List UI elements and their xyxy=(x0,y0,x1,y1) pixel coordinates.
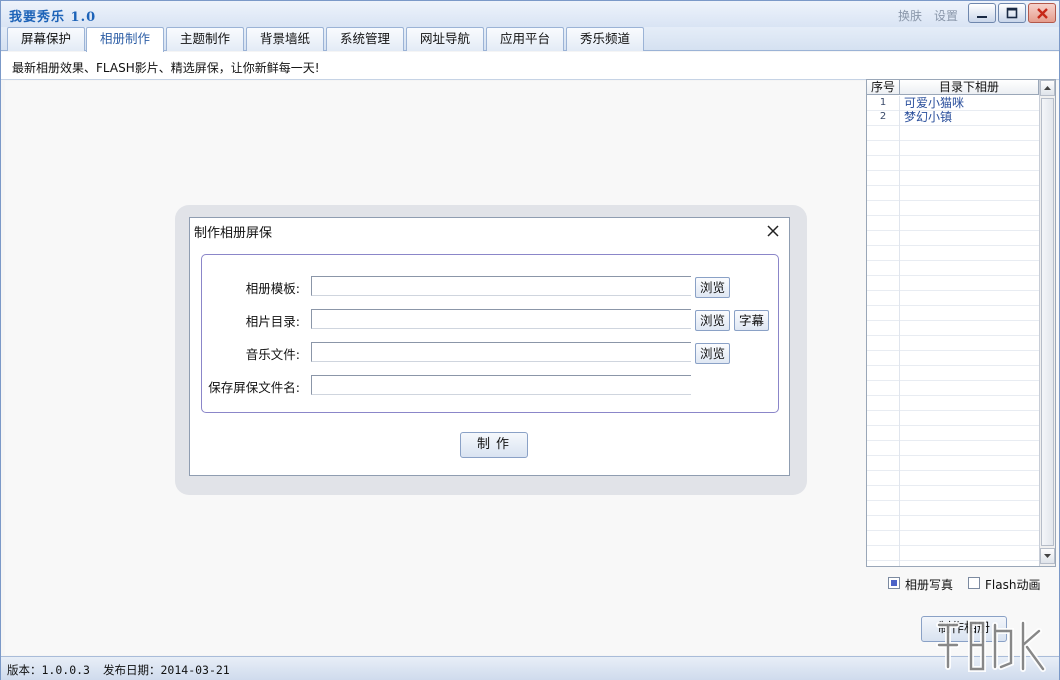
tab-album-maker[interactable]: 相册制作 xyxy=(86,27,164,52)
scroll-thumb[interactable] xyxy=(1041,98,1054,546)
template-label: 相册模板: xyxy=(245,281,300,296)
list-header: 序号 目录下相册 xyxy=(867,80,1039,95)
release-date-text: 发布日期：2014-03-21 xyxy=(103,663,230,677)
caption-button[interactable]: 字幕 xyxy=(734,310,769,331)
tab-bar: 屏幕保护 相册制作 主题制作 背景墙纸 系统管理 网址导航 应用平台 秀乐频道 xyxy=(1,27,1059,52)
make-album-dialog: 制作相册屏保 相册模板: 浏览 相片目录: 浏览 字幕 音乐文件: 浏览 保存屏… xyxy=(189,217,790,476)
close-icon xyxy=(1037,8,1048,19)
flash-label: Flash动画 xyxy=(985,578,1041,592)
fields-group: 相册模板: 浏览 相片目录: 浏览 字幕 音乐文件: 浏览 保存屏保文件名: xyxy=(201,254,779,413)
version-text: 版本：1.0.0.3 xyxy=(7,663,90,677)
photo-dir-label: 相片目录: xyxy=(245,314,300,329)
make-button[interactable]: 制作 xyxy=(460,432,528,458)
close-button[interactable] xyxy=(1028,3,1056,23)
tab-app-platform[interactable]: 应用平台 xyxy=(486,27,564,51)
photo-album-label: 相册写真 xyxy=(905,578,954,592)
list-item[interactable]: 2 梦幻小镇 xyxy=(867,110,1039,124)
music-input[interactable] xyxy=(311,342,691,362)
subtitle-text: 最新相册效果、FLASH影片、精选屏保，让你新鲜每一天! xyxy=(12,61,320,75)
tab-theme-maker[interactable]: 主题制作 xyxy=(166,27,244,51)
photo-dir-input[interactable] xyxy=(311,309,691,329)
list-body: 1 可爱小猫咪 2 梦幻小镇 xyxy=(867,96,1039,566)
status-bar: 版本：1.0.0.3 发布日期：2014-03-21 xyxy=(1,656,1059,680)
vertical-scrollbar[interactable] xyxy=(1039,80,1055,566)
save-name-input[interactable] xyxy=(311,375,691,395)
app-window: 我要秀乐 1.0 换肤 设置 屏幕保护 相册制作 主题制作 背景墙纸 系统管理 … xyxy=(0,0,1060,680)
tab-system[interactable]: 系统管理 xyxy=(326,27,404,51)
list-item-index: 2 xyxy=(879,111,887,122)
column-index-header[interactable]: 序号 xyxy=(867,80,900,95)
photo-dir-browse-button[interactable]: 浏览 xyxy=(695,310,730,331)
list-item-index: 1 xyxy=(879,97,887,108)
maximize-icon xyxy=(1006,7,1018,19)
tab-channel[interactable]: 秀乐频道 xyxy=(566,27,644,51)
flash-checkbox[interactable] xyxy=(968,577,980,589)
column-divider xyxy=(899,96,900,566)
column-name-header[interactable]: 目录下相册 xyxy=(900,80,1039,95)
list-item-name: 梦幻小镇 xyxy=(904,110,953,124)
template-input[interactable] xyxy=(311,276,691,296)
photo-album-checkbox[interactable] xyxy=(888,577,900,589)
skin-link[interactable]: 换肤 xyxy=(898,7,922,24)
dialog-close-icon[interactable] xyxy=(765,223,781,239)
dialog-title: 制作相册屏保 xyxy=(194,226,273,241)
scroll-up-button[interactable] xyxy=(1040,80,1055,96)
watermark-logo xyxy=(936,620,1046,672)
music-label: 音乐文件: xyxy=(245,347,300,362)
tab-screensaver[interactable]: 屏幕保护 xyxy=(7,27,85,51)
template-browse-button[interactable]: 浏览 xyxy=(695,277,730,298)
arrow-up-icon xyxy=(1044,86,1051,90)
list-item-name: 可爱小猫咪 xyxy=(904,96,965,110)
maximize-button[interactable] xyxy=(998,3,1026,23)
settings-link[interactable]: 设置 xyxy=(934,7,958,24)
title-bar: 我要秀乐 1.0 换肤 设置 xyxy=(1,1,1059,27)
scroll-down-button[interactable] xyxy=(1040,548,1055,564)
list-item[interactable]: 1 可爱小猫咪 xyxy=(867,96,1039,110)
save-name-label: 保存屏保文件名: xyxy=(208,380,300,395)
music-browse-button[interactable]: 浏览 xyxy=(695,343,730,364)
minimize-icon xyxy=(977,16,987,18)
album-list[interactable]: 序号 目录下相册 1 可爱小猫咪 2 梦幻小镇 xyxy=(866,79,1056,567)
arrow-down-icon xyxy=(1044,554,1051,558)
subtitle-bar: 最新相册效果、FLASH影片、精选屏保，让你新鲜每一天! xyxy=(1,52,1059,80)
tab-wallpaper[interactable]: 背景墙纸 xyxy=(246,27,324,51)
minimize-button[interactable] xyxy=(968,3,996,23)
tab-url-nav[interactable]: 网址导航 xyxy=(406,27,484,51)
app-title: 我要秀乐 1.0 xyxy=(9,10,97,25)
